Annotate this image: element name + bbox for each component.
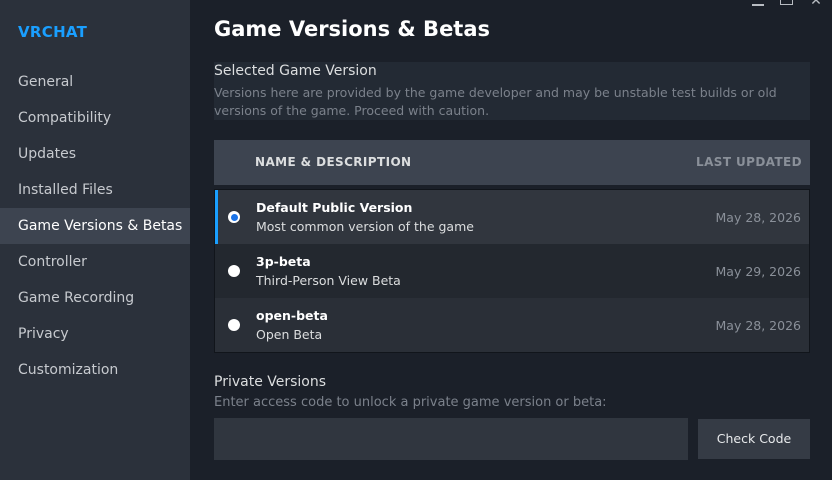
- versions-table-header: NAME & DESCRIPTION LAST UPDATED: [214, 140, 810, 185]
- versions-table: Default Public Version Most common versi…: [214, 189, 810, 353]
- radio-dot-icon: [230, 213, 238, 221]
- maximize-icon[interactable]: [778, 0, 794, 8]
- version-last-updated: May 28, 2026: [715, 318, 801, 333]
- sidebar-item-game-recording[interactable]: Game Recording: [0, 280, 190, 316]
- version-last-updated: May 29, 2026: [715, 264, 801, 279]
- version-last-updated: May 28, 2026: [715, 210, 801, 225]
- selected-version-title: Selected Game Version: [214, 63, 377, 79]
- private-versions-title: Private Versions: [214, 374, 327, 390]
- version-row-3p-beta[interactable]: 3p-beta Third-Person View Beta May 29, 2…: [215, 244, 809, 298]
- private-versions-description: Enter access code to unlock a private ga…: [214, 395, 607, 410]
- check-code-button[interactable]: Check Code: [698, 419, 810, 459]
- column-header-name: NAME & DESCRIPTION: [255, 155, 412, 169]
- radio-button-selected[interactable]: [228, 211, 240, 223]
- version-description: Third-Person View Beta: [256, 273, 401, 288]
- sidebar-item-general[interactable]: General: [0, 64, 190, 100]
- version-row-default-public[interactable]: Default Public Version Most common versi…: [215, 190, 809, 244]
- sidebar-item-game-versions-betas[interactable]: Game Versions & Betas: [0, 208, 190, 244]
- sidebar-item-customization[interactable]: Customization: [0, 352, 190, 388]
- close-icon[interactable]: ✕: [808, 0, 824, 8]
- version-name: 3p-beta: [256, 254, 311, 269]
- column-header-last-updated: LAST UPDATED: [696, 155, 802, 169]
- page-title: Game Versions & Betas: [214, 17, 491, 41]
- selected-version-description: Versions here are provided by the game d…: [214, 85, 777, 118]
- sidebar: VRCHAT General Compatibility Updates Ins…: [0, 0, 190, 480]
- sidebar-item-installed-files[interactable]: Installed Files: [0, 172, 190, 208]
- sidebar-item-updates[interactable]: Updates: [0, 136, 190, 172]
- version-row-open-beta[interactable]: open-beta Open Beta May 28, 2026: [215, 298, 809, 352]
- access-code-input[interactable]: [214, 418, 688, 460]
- selected-version-info: Selected Game Version Versions here are …: [214, 62, 810, 120]
- radio-button[interactable]: [228, 265, 240, 277]
- minimize-icon[interactable]: [750, 0, 766, 8]
- app-title: VRCHAT: [18, 23, 88, 41]
- version-name: open-beta: [256, 308, 328, 323]
- version-description: Most common version of the game: [256, 219, 474, 234]
- radio-button[interactable]: [228, 319, 240, 331]
- main-content: ✕ Game Versions & Betas Selected Game Ve…: [190, 0, 832, 480]
- version-name: Default Public Version: [256, 200, 413, 215]
- sidebar-item-controller[interactable]: Controller: [0, 244, 190, 280]
- sidebar-item-compatibility[interactable]: Compatibility: [0, 100, 190, 136]
- version-description: Open Beta: [256, 327, 323, 342]
- sidebar-item-privacy[interactable]: Privacy: [0, 316, 190, 352]
